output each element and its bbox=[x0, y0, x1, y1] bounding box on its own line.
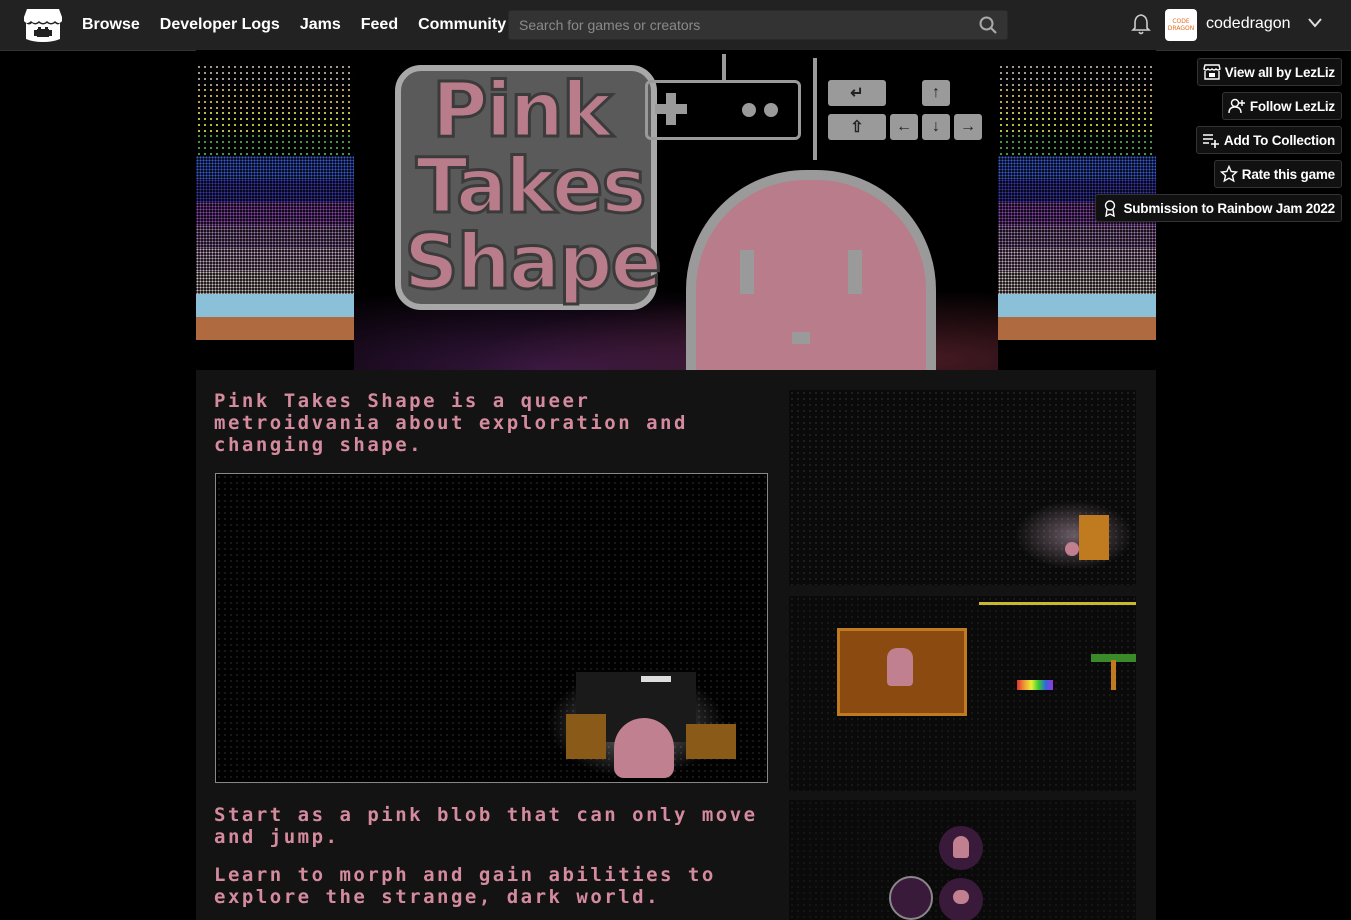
rainbow-stripe bbox=[196, 225, 354, 248]
enter-key-icon: ↵ bbox=[828, 80, 886, 106]
rainbow-stripe bbox=[196, 294, 354, 317]
game-actions: View all by LezLiz Follow LezLiz Add To … bbox=[1095, 58, 1342, 228]
blob-mouth bbox=[792, 332, 810, 344]
rate-game-button[interactable]: Rate this game bbox=[1213, 160, 1342, 188]
top-nav-bar: Browse Developer Logs Jams Feed Communit… bbox=[0, 0, 1351, 51]
search-input[interactable] bbox=[509, 11, 989, 39]
notification-bell-icon[interactable] bbox=[1131, 13, 1151, 35]
screenshot-2[interactable] bbox=[789, 596, 1136, 791]
rainbow-stripe bbox=[196, 248, 354, 271]
rainbow-stripe bbox=[998, 317, 1156, 340]
rainbow-stripe bbox=[196, 110, 354, 133]
rainbow-stripe bbox=[998, 271, 1156, 294]
screenshot-1[interactable] bbox=[789, 390, 1136, 585]
jam-submission-button[interactable]: Submission to Rainbow Jam 2022 bbox=[1095, 194, 1342, 222]
add-user-icon bbox=[1228, 98, 1245, 114]
star-icon bbox=[1219, 165, 1238, 183]
gameplay-gif[interactable] bbox=[215, 473, 768, 783]
nav-browse[interactable]: Browse bbox=[82, 16, 140, 34]
rainbow-stripe bbox=[196, 317, 354, 340]
nav-developer-logs[interactable]: Developer Logs bbox=[160, 16, 280, 34]
avatar-text: CODE DRAGON bbox=[1167, 18, 1195, 32]
rainbow-stripe bbox=[196, 87, 354, 110]
description-intro: Pink Takes Shape is a queer metroidvania… bbox=[214, 390, 688, 456]
game-banner: Pink Takes Shape ↵ ⇧ ↑ ← ↓ → bbox=[196, 50, 1156, 370]
description-p1: Start as a pink blob that can only move … bbox=[214, 804, 758, 848]
main-navigation: Browse Developer Logs Jams Feed Communit… bbox=[82, 0, 526, 50]
description-p2: Learn to morph and gain abilities to exp… bbox=[214, 864, 716, 908]
rate-label: Rate this game bbox=[1241, 166, 1335, 182]
arrow-up-key-icon: ↑ bbox=[922, 80, 950, 106]
gamepad-icon bbox=[645, 80, 801, 140]
award-ribbon-icon bbox=[1105, 200, 1116, 217]
view-all-label: View all by LezLiz bbox=[1224, 64, 1335, 80]
blob-right-eye bbox=[848, 250, 862, 294]
game-page-content: Pink Takes Shape is a queer metroidvania… bbox=[196, 370, 1156, 920]
arrow-right-key-icon: → bbox=[954, 114, 982, 140]
pink-blob-character bbox=[686, 170, 936, 370]
collection-label: Add To Collection bbox=[1223, 132, 1335, 148]
screenshot-3[interactable] bbox=[789, 800, 1136, 920]
view-all-button[interactable]: View all by LezLiz bbox=[1196, 58, 1342, 86]
search-bar bbox=[508, 10, 1008, 40]
nav-community[interactable]: Community bbox=[418, 16, 506, 34]
rainbow-stripe bbox=[196, 64, 354, 87]
add-to-collection-button[interactable]: Add To Collection bbox=[1195, 126, 1342, 154]
rainbow-stripe bbox=[196, 156, 354, 179]
username[interactable]: codedragon bbox=[1206, 15, 1291, 33]
rainbow-stripe bbox=[998, 294, 1156, 317]
rainbow-stripe bbox=[196, 133, 354, 156]
rainbow-stripe bbox=[196, 179, 354, 202]
title-line-shape: Shape bbox=[403, 217, 664, 306]
nav-feed[interactable]: Feed bbox=[361, 16, 398, 34]
user-avatar[interactable]: CODE DRAGON bbox=[1165, 9, 1197, 41]
playlist-add-icon bbox=[1202, 134, 1219, 148]
title-line-takes: Takes bbox=[415, 141, 649, 230]
game-title-logo: Pink Takes Shape bbox=[403, 65, 664, 306]
controller-cord bbox=[722, 54, 726, 80]
itch-logo-icon[interactable] bbox=[23, 7, 63, 43]
chevron-down-icon[interactable] bbox=[1307, 15, 1323, 31]
arrow-left-key-icon: ← bbox=[890, 114, 918, 140]
rainbow-stripe bbox=[196, 271, 354, 294]
rainbow-stripe bbox=[196, 202, 354, 225]
rainbow-stripe bbox=[998, 248, 1156, 271]
nav-jams[interactable]: Jams bbox=[300, 16, 341, 34]
search-icon[interactable] bbox=[979, 16, 997, 34]
title-line-pink: Pink bbox=[431, 65, 614, 154]
rainbow-stripe bbox=[998, 225, 1156, 248]
submission-label: Submission to Rainbow Jam 2022 bbox=[1123, 200, 1335, 216]
shift-key-icon: ⇧ bbox=[828, 114, 886, 140]
store-icon bbox=[1203, 64, 1221, 80]
blob-left-eye bbox=[740, 250, 754, 294]
arrow-down-key-icon: ↓ bbox=[922, 114, 950, 140]
follow-button[interactable]: Follow LezLiz bbox=[1221, 92, 1342, 120]
divider-line bbox=[813, 58, 817, 160]
rainbow-stripes-left bbox=[196, 64, 354, 340]
follow-label: Follow LezLiz bbox=[1249, 98, 1335, 114]
